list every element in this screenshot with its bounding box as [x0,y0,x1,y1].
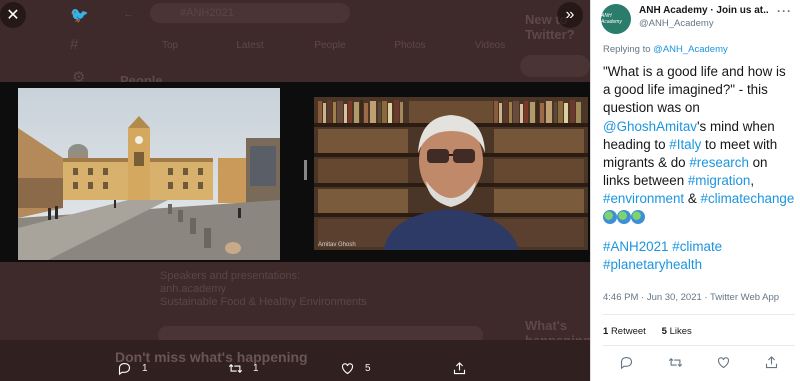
panel-share-icon[interactable] [764,355,779,375]
avatar[interactable]: ANH Academy [601,4,631,34]
tab-photos: Photos [394,40,426,51]
faded-line-2: anh.academy [160,283,227,295]
tab-top: Top [161,40,179,51]
replying-to-link[interactable]: @ANH_Academy [653,44,728,55]
tweet-text: "What is a good life and how is a good l… [603,63,795,274]
faded-line-3: Sustainable Food & Healthy Environments [160,296,367,308]
divider [603,314,795,315]
panel-retweet-icon[interactable] [668,355,683,375]
tweet-panel: ANH Academy ANH Academy · Join us at... … [590,0,800,381]
hashtag-anh2021[interactable]: #ANH2021 [603,239,669,254]
hashtag-icon: # [70,36,79,53]
media-action-bar: 1 1 5 [0,355,590,381]
heart-icon [341,363,354,375]
photo-piazza[interactable] [18,88,280,260]
divider [603,345,795,346]
replying-to: Replying to @ANH_Academy [603,44,728,55]
hashtag-migration[interactable]: #migration [688,173,751,188]
hashtag-climate[interactable]: #climate [672,239,722,254]
hashtag-environment[interactable]: #environment [603,191,684,206]
retweets-label[interactable]: Retweet [611,326,646,337]
reply-icon [118,362,131,376]
share-icon [453,362,466,375]
hashtag-research[interactable]: #research [689,155,749,170]
globe-emoji-icon [603,209,617,224]
globe-emoji-icon [631,209,645,224]
close-icon: ✕ [6,7,20,24]
tab-latest: Latest [236,40,264,51]
chevron-double-right-icon: » [565,6,575,23]
hashtag-planetaryhealth[interactable]: #planetaryhealth [603,257,702,272]
tweet-text-part: "What is a good life and how is a good l… [603,64,786,116]
video-participant-label: Amitav Ghosh [318,242,356,248]
tweet-timestamp[interactable]: 4:46 PM · Jun 30, 2021 · Twitter Web App [603,292,779,303]
tab-videos: Videos [474,40,506,51]
retweet-icon [228,363,243,374]
author-handle[interactable]: @ANH_Academy [639,18,714,29]
more-options-icon[interactable]: ··· [777,4,792,18]
back-arrow-icon: ← [123,8,134,20]
faded-line-1: Speakers and presentations: [160,270,301,282]
search-value: #ANH2021 [180,7,234,19]
retweets-number[interactable]: 1 [603,326,608,337]
piazza-image [18,88,280,260]
author-name[interactable]: ANH Academy · Join us at... [639,5,769,16]
bookshelf-speaker-image [314,97,588,250]
likes-number[interactable]: 5 [662,326,667,337]
twitter-bird-icon: 🐦 [70,7,89,24]
reply-button[interactable]: 1 [117,361,148,376]
replying-prefix: Replying to [603,44,654,55]
close-button[interactable]: ✕ [0,2,26,28]
panel-heart-icon[interactable] [716,355,731,375]
panel-reply-icon[interactable] [619,355,634,375]
like-button[interactable]: 5 [340,361,371,376]
collapse-panel-button[interactable]: » [557,2,583,28]
share-button[interactable] [452,361,467,376]
tweet-text-part: , [750,173,755,189]
video-still[interactable] [314,97,588,250]
search-tabs: Top Latest People Photos Videos [130,40,530,51]
like-count: 5 [365,363,371,374]
retweet-button[interactable]: 1 [228,361,259,376]
tweet-action-bar [591,352,800,374]
globe-emoji-icon [617,209,631,224]
mention-ghoshamitav[interactable]: @GhoshAmitav [603,119,697,134]
split-handle[interactable] [304,160,307,180]
retweet-count: 1 [253,363,259,374]
hashtag-italy[interactable]: #Italy [669,137,701,152]
avatar-text: ANH Academy [601,13,622,25]
tweet-text-part: & [684,191,701,207]
tweet-stats: 1 Retweet 5 Likes [603,326,692,337]
hashtag-climatechange[interactable]: #climatechange [701,191,795,206]
tab-people: People [314,40,346,51]
signup-button-bg [520,55,590,77]
likes-label[interactable]: Likes [670,326,692,337]
reply-count: 1 [142,363,148,374]
